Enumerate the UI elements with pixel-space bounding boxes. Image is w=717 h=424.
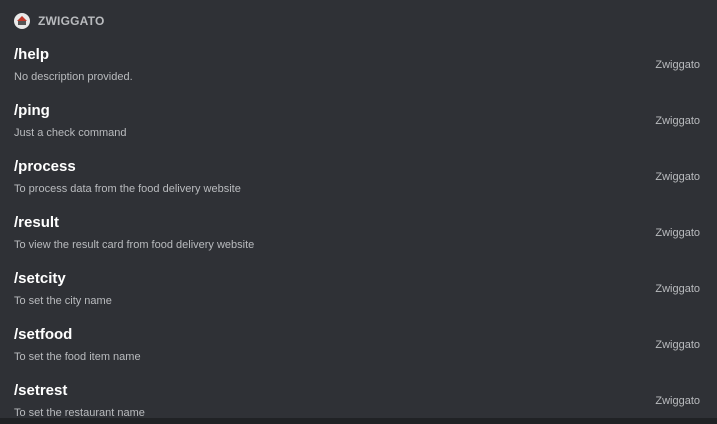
- command-item-setfood[interactable]: /setfood To set the food item name Zwigg…: [0, 318, 717, 374]
- command-source: Zwiggato: [655, 339, 700, 351]
- command-source: Zwiggato: [655, 59, 700, 71]
- app-name: ZWIGGATO: [38, 14, 105, 28]
- command-description: To set the restaurant name: [14, 407, 145, 418]
- command-item-setrest[interactable]: /setrest To set the restaurant name Zwig…: [0, 374, 717, 418]
- command-name: /setrest: [14, 382, 68, 399]
- command-description: No description provided.: [14, 71, 133, 83]
- zwiggato-app-icon: [14, 13, 30, 29]
- command-description: To process data from the food delivery w…: [14, 183, 241, 195]
- command-item-process[interactable]: /process To process data from the food d…: [0, 150, 717, 206]
- command-description: To view the result card from food delive…: [14, 239, 255, 251]
- command-description: Just a check command: [14, 127, 127, 139]
- command-autocomplete-panel: ZWIGGATO /help No description provided. …: [0, 0, 717, 418]
- command-name: /result: [14, 214, 60, 231]
- command-source: Zwiggato: [655, 283, 700, 295]
- command-item-result[interactable]: /result To view the result card from foo…: [0, 206, 717, 262]
- app-header: ZWIGGATO: [14, 12, 104, 30]
- command-source: Zwiggato: [655, 171, 700, 183]
- command-source: Zwiggato: [655, 115, 700, 127]
- command-source: Zwiggato: [655, 227, 700, 239]
- command-name: /ping: [14, 102, 50, 119]
- command-name: /process: [14, 158, 76, 175]
- command-list: /help No description provided. Zwiggato …: [0, 38, 717, 418]
- command-item-help[interactable]: /help No description provided. Zwiggato: [0, 38, 717, 94]
- command-name: /help: [14, 46, 50, 63]
- bottom-divider: [0, 418, 717, 424]
- command-source: Zwiggato: [655, 395, 700, 407]
- command-description: To set the food item name: [14, 351, 141, 363]
- command-item-setcity[interactable]: /setcity To set the city name Zwiggato: [0, 262, 717, 318]
- command-description: To set the city name: [14, 295, 112, 307]
- command-name: /setfood: [14, 326, 73, 343]
- command-item-ping[interactable]: /ping Just a check command Zwiggato: [0, 94, 717, 150]
- command-name: /setcity: [14, 270, 66, 287]
